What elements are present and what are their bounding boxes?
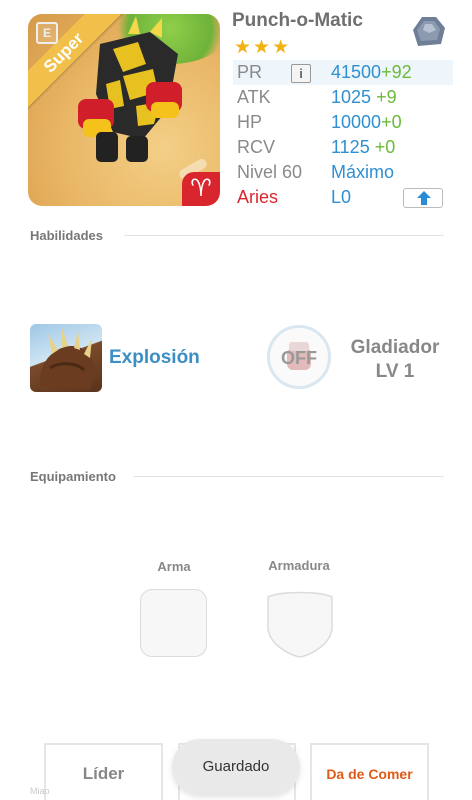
star-rating: ★★★ bbox=[234, 37, 292, 58]
stat-label: HP bbox=[237, 112, 263, 132]
hp-bonus: +0 bbox=[381, 112, 402, 132]
claw-icon bbox=[39, 328, 95, 390]
armor-slot[interactable] bbox=[266, 589, 334, 659]
stat-row-rcv: RCV 1125 +0 bbox=[233, 135, 453, 160]
level-value: Máximo bbox=[331, 162, 395, 182]
passive-off-label: OFF bbox=[281, 348, 317, 368]
arrow-up-icon bbox=[417, 191, 431, 205]
passive-level: LV 1 bbox=[375, 361, 415, 382]
saved-toast: Guardado bbox=[172, 739, 300, 795]
feed-button[interactable]: Da de Comer bbox=[310, 743, 429, 800]
stats-panel: PR i 41500+92 ATK 1025 +9 HP 10000+0 RCV… bbox=[233, 60, 453, 210]
atk-value: 1025 bbox=[331, 87, 372, 107]
equipment-section-title: Equipamiento bbox=[30, 469, 116, 484]
passive-skill-icon[interactable]: OFF bbox=[267, 325, 331, 389]
passive-skill-name: Gladiador LV 1 bbox=[335, 336, 455, 384]
stat-row-atk: ATK 1025 +9 bbox=[233, 85, 453, 110]
metal-element-icon bbox=[413, 17, 445, 46]
stat-label: ATK bbox=[237, 87, 271, 107]
monster-portrait[interactable]: Super E ♈ bbox=[28, 14, 220, 206]
aries-zodiac-icon: ♈ bbox=[182, 172, 220, 206]
pr-bonus: +92 bbox=[381, 62, 412, 82]
level-label: Nivel 60 bbox=[237, 162, 303, 182]
rcv-value: 1125 bbox=[331, 137, 370, 157]
stat-value: 41500+92 bbox=[331, 62, 412, 83]
stat-value: 1125 +0 bbox=[331, 137, 395, 158]
active-skill-name[interactable]: Explosión bbox=[109, 347, 200, 369]
stat-row-hp: HP 10000+0 bbox=[233, 110, 453, 135]
info-icon[interactable]: i bbox=[291, 64, 311, 83]
card-icon[interactable]: E bbox=[36, 22, 58, 44]
stat-value: 10000+0 bbox=[331, 112, 402, 133]
active-skill-icon[interactable] bbox=[30, 324, 102, 392]
hp-value: 10000 bbox=[331, 112, 382, 132]
section-divider bbox=[134, 476, 444, 477]
passive-name: Gladiador bbox=[350, 337, 440, 358]
zodiac-level-value: L0 bbox=[331, 187, 352, 207]
weapon-label: Arma bbox=[157, 559, 191, 574]
leader-button[interactable]: Líder bbox=[44, 743, 163, 800]
stat-row-level: Nivel 60 Máximo bbox=[233, 160, 453, 185]
monster-name: Punch-o-Matic bbox=[232, 10, 363, 31]
stat-label: PR bbox=[237, 62, 263, 82]
zodiac-upgrade-button[interactable] bbox=[403, 188, 443, 208]
stat-row-zodiac: Aries L0 bbox=[233, 185, 453, 210]
armor-label: Armadura bbox=[268, 558, 330, 573]
skills-section-title: Habilidades bbox=[30, 228, 103, 243]
weapon-slot[interactable] bbox=[140, 589, 207, 657]
section-divider bbox=[124, 235, 444, 236]
stat-value: 1025 +9 bbox=[331, 87, 397, 108]
stat-label: RCV bbox=[237, 137, 276, 157]
stat-row-pr: PR i 41500+92 bbox=[233, 60, 453, 85]
atk-bonus: +9 bbox=[376, 87, 397, 107]
watermark: Miao bbox=[30, 786, 50, 796]
pr-value: 41500 bbox=[331, 62, 382, 82]
zodiac-label: Aries bbox=[237, 187, 279, 207]
rcv-bonus: +0 bbox=[374, 137, 396, 157]
